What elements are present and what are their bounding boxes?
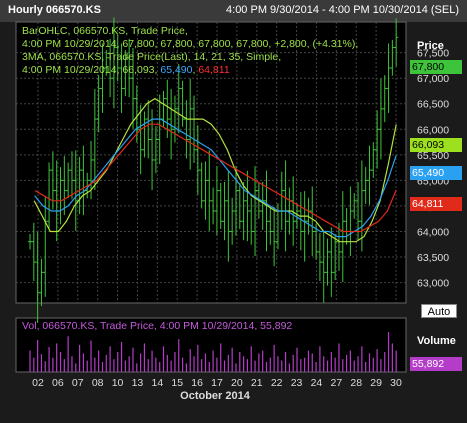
x-tick-label: 10 [112, 377, 124, 389]
x-tick-label: 02 [32, 377, 44, 389]
legend-line-4: 4:00 PM 10/29/2014, 66,093, 65,490, 64,8… [22, 64, 230, 76]
price-axis-title: Price [417, 40, 444, 52]
x-tick-label: 15 [171, 377, 183, 389]
y-tick-label: 63,000 [417, 278, 449, 290]
x-tick-label: 17 [211, 377, 223, 389]
legend-line-1: BarOHLC, 066570.KS, Trade Price, [22, 25, 188, 37]
x-tick-label: 07 [72, 377, 84, 389]
x-axis-title: October 2014 [180, 390, 250, 402]
y-tick-label: 63,500 [417, 252, 449, 264]
ma2-tag: 65,490 [410, 166, 462, 180]
x-tick-label: 21 [251, 377, 263, 389]
volume-axis-title: Volume [417, 335, 456, 347]
x-tick-label: 23 [291, 377, 303, 389]
legend-ma1: 4:00 PM 10/29/2014, 66,093, [22, 64, 161, 76]
x-tick-label: 28 [350, 377, 362, 389]
x-tick-label: 29 [370, 377, 382, 389]
ma3-tag: 64,811 [410, 197, 462, 211]
x-tick-label: 06 [52, 377, 64, 389]
price-legend: BarOHLC, 066570.KS, Trade Price, 4:00 PM… [22, 25, 358, 77]
x-tick-label: 24 [311, 377, 323, 389]
x-tick-label: 13 [132, 377, 144, 389]
y-tick-label: 67,000 [417, 73, 449, 85]
x-tick-label: 20 [231, 377, 243, 389]
legend-line-3: 3MA, 066570.KS, Trade Price(Last), 14, 2… [22, 51, 282, 63]
y-tick-label: 64,000 [417, 226, 449, 238]
last-price-tag: 67,800 [410, 60, 462, 74]
x-tick-label: 30 [390, 377, 402, 389]
x-tick-label: 16 [191, 377, 203, 389]
x-tick-label: 14 [151, 377, 163, 389]
volume-legend: Vol, 066570.KS, Trade Price, 4:00 PM 10/… [22, 320, 293, 332]
y-tick-label: 66,000 [417, 124, 449, 136]
x-tick-label: 08 [92, 377, 104, 389]
volume-tag: 55,892 [410, 357, 462, 371]
ma1-tag: 66,093 [410, 138, 462, 152]
x-tick-label: 27 [330, 377, 342, 389]
legend-ma2: 65,490 [160, 64, 193, 76]
auto-scale-button[interactable]: Auto [421, 304, 457, 318]
y-tick-label: 66,500 [417, 99, 449, 111]
chart-window: Hourly 066570.KS 4:00 PM 9/30/2014 - 4:0… [0, 0, 467, 423]
legend-line-2: 4:00 PM 10/29/2014, 67,800, 67,800, 67,8… [22, 38, 359, 50]
x-tick-label: 22 [271, 377, 283, 389]
legend-ma3: 64,811 [198, 64, 230, 76]
